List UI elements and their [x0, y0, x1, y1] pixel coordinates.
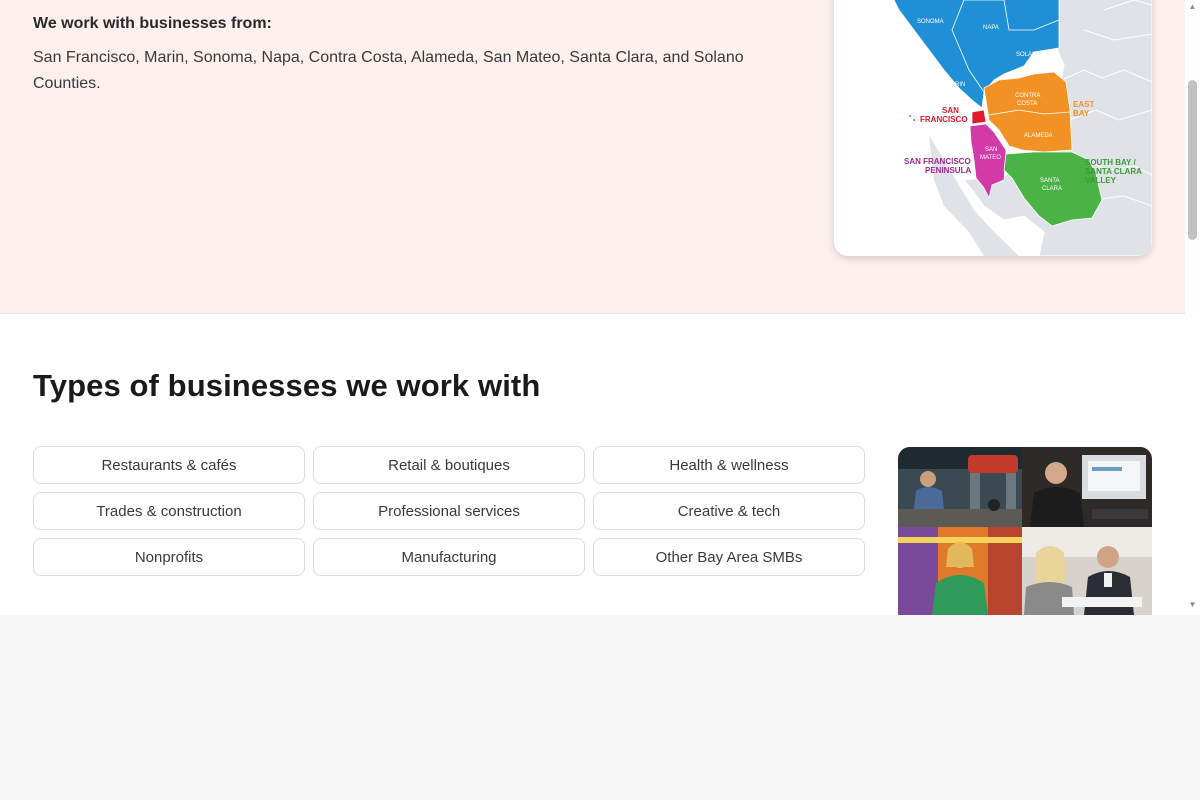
map-label-south-bay-2: SANTA CLARA: [1085, 167, 1142, 176]
auto-mechanic-photo: [898, 447, 1022, 527]
bay-area-map: BAY SONOMA NAPA SOLANO MARIN CONTRA COST…: [834, 0, 1152, 256]
map-label-santa-clara-2: CLARA: [1042, 186, 1062, 192]
business-type-chip: Other Bay Area SMBs: [593, 538, 865, 576]
business-types-list: Restaurants & cafés Retail & boutiques H…: [33, 446, 865, 576]
map-label-east-bay-1: EAST: [1073, 100, 1094, 109]
map-label-bay: BAY: [1017, 0, 1034, 9]
map-label-peninsula-2: PENINSULA: [925, 166, 971, 175]
business-type-chip: Restaurants & cafés: [33, 446, 305, 484]
service-area-section: We work with businesses from: San Franci…: [0, 0, 1185, 314]
scroll-down-arrow-icon[interactable]: ▼: [1186, 600, 1199, 610]
map-label-marin: MARIN: [946, 82, 965, 88]
business-type-chip: Creative & tech: [593, 492, 865, 530]
map-label-napa: NAPA: [983, 25, 999, 31]
map-label-sf-2: FRANCISCO: [920, 115, 968, 124]
map-label-san-mateo-1: SAN: [985, 147, 997, 153]
map-label-solano: SOLANO: [1016, 52, 1041, 58]
scroll-up-arrow-icon[interactable]: ▲: [1186, 2, 1199, 12]
business-type-chip: Trades & construction: [33, 492, 305, 530]
business-photo-collage: [898, 447, 1152, 615]
business-type-chip: Nonprofits: [33, 538, 305, 576]
map-label-contra-costa-1: CONTRA: [1015, 93, 1040, 99]
map-label-sf-1: SAN: [942, 106, 959, 115]
business-type-chip: Health & wellness: [593, 446, 865, 484]
business-types-title: Types of businesses we work with: [33, 368, 541, 403]
page-viewport: We work with businesses from: San Franci…: [0, 0, 1185, 615]
counties-list-text: San Francisco, Marin, Sonoma, Napa, Cont…: [33, 49, 744, 92]
map-label-sonoma: SONOMA: [917, 19, 944, 25]
map-label-contra-costa-2: COSTA: [1017, 101, 1037, 107]
map-label-east-bay-2: BAY: [1073, 109, 1090, 118]
business-type-chip: Manufacturing: [313, 538, 585, 576]
map-label-alameda: ALAMEDA: [1024, 133, 1053, 139]
business-type-chip: Professional services: [313, 492, 585, 530]
map-label-south-bay-1: SOUTH BAY /: [1085, 158, 1136, 167]
map-label-south-bay-3: VALLEY: [1085, 176, 1117, 185]
map-label-san-mateo-2: MATEO: [980, 155, 1001, 161]
service-area-heading: We work with businesses from:: [33, 15, 272, 32]
map-label-peninsula-1: SAN FRANCISCO: [904, 157, 971, 166]
scrollbar-thumb[interactable]: [1188, 80, 1197, 240]
business-meeting-photo: [1022, 447, 1152, 527]
business-type-chip: Retail & boutiques: [313, 446, 585, 484]
map-label-santa-clara-1: SANTA: [1040, 178, 1060, 184]
consultation-photo: [1022, 527, 1152, 615]
cafe-owner-photo: [898, 527, 1022, 615]
